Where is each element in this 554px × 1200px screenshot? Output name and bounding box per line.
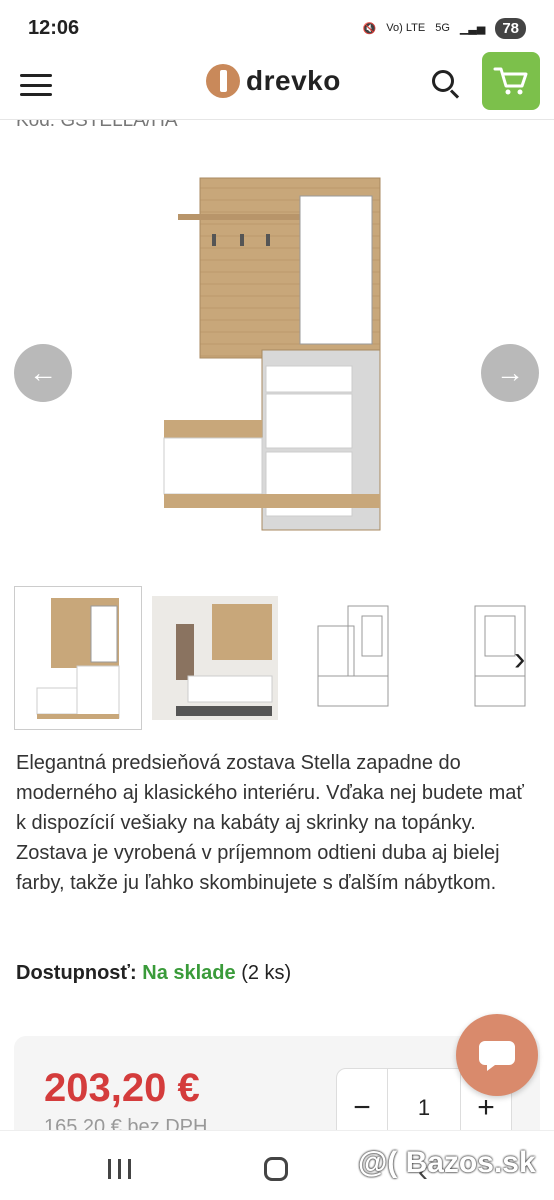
price: 203,20 € xyxy=(44,1066,200,1110)
availability-count: (2 ks) xyxy=(241,962,292,984)
status-icons: 🔇 Vo) LTE 5G ▁▃▅ 78 xyxy=(362,17,526,39)
mute-icon: 🔇 xyxy=(362,22,377,35)
chat-button[interactable] xyxy=(456,1014,538,1096)
logo-text: drevko xyxy=(246,65,341,96)
availability-status: Na sklade xyxy=(142,962,236,984)
logo-mark-icon xyxy=(206,64,240,98)
arrow-right-icon: → xyxy=(496,357,524,388)
signal-bars-icon: ▁▃▅ xyxy=(459,22,486,35)
site-header: drevko xyxy=(0,52,554,120)
recent-apps-icon[interactable] xyxy=(108,1159,131,1179)
logo[interactable]: drevko xyxy=(206,64,341,98)
arrow-left-icon: ← xyxy=(29,357,57,388)
thumbnail-next-icon[interactable]: › xyxy=(514,640,525,679)
thumbnail-1[interactable] xyxy=(14,586,142,730)
search-icon[interactable] xyxy=(430,68,462,100)
prev-image-button[interactable]: ← xyxy=(14,344,72,402)
product-description: Elegantná predsieňová zostava Stella zap… xyxy=(16,752,524,894)
availability: Dostupnosť: Na sklade (2 ks) xyxy=(16,962,291,985)
thumbnail-3[interactable] xyxy=(289,586,417,730)
quantity-minus-button[interactable]: − xyxy=(337,1091,387,1125)
availability-label: Dostupnosť: xyxy=(16,962,137,984)
status-bar: 12:06 🔇 Vo) LTE 5G ▁▃▅ 78 xyxy=(0,0,554,56)
network-label: Vo) LTE xyxy=(386,22,426,34)
product-main-image[interactable] xyxy=(150,170,390,540)
cart-icon xyxy=(493,67,528,95)
signal-label: 5G xyxy=(435,22,450,34)
quantity-plus-button[interactable]: + xyxy=(461,1091,511,1125)
thumbnail-2[interactable] xyxy=(151,586,280,730)
chat-icon xyxy=(479,1041,515,1071)
thumbnail-strip xyxy=(14,586,554,732)
menu-icon[interactable] xyxy=(20,70,52,100)
battery-indicator: 78 xyxy=(495,17,526,39)
thumbnail-4[interactable] xyxy=(426,586,554,730)
watermark: @( Bazos.sk xyxy=(358,1146,536,1179)
status-time: 12:06 xyxy=(28,16,80,39)
next-image-button[interactable]: → xyxy=(481,344,539,402)
home-icon[interactable] xyxy=(264,1157,288,1181)
cart-button[interactable] xyxy=(482,52,540,110)
